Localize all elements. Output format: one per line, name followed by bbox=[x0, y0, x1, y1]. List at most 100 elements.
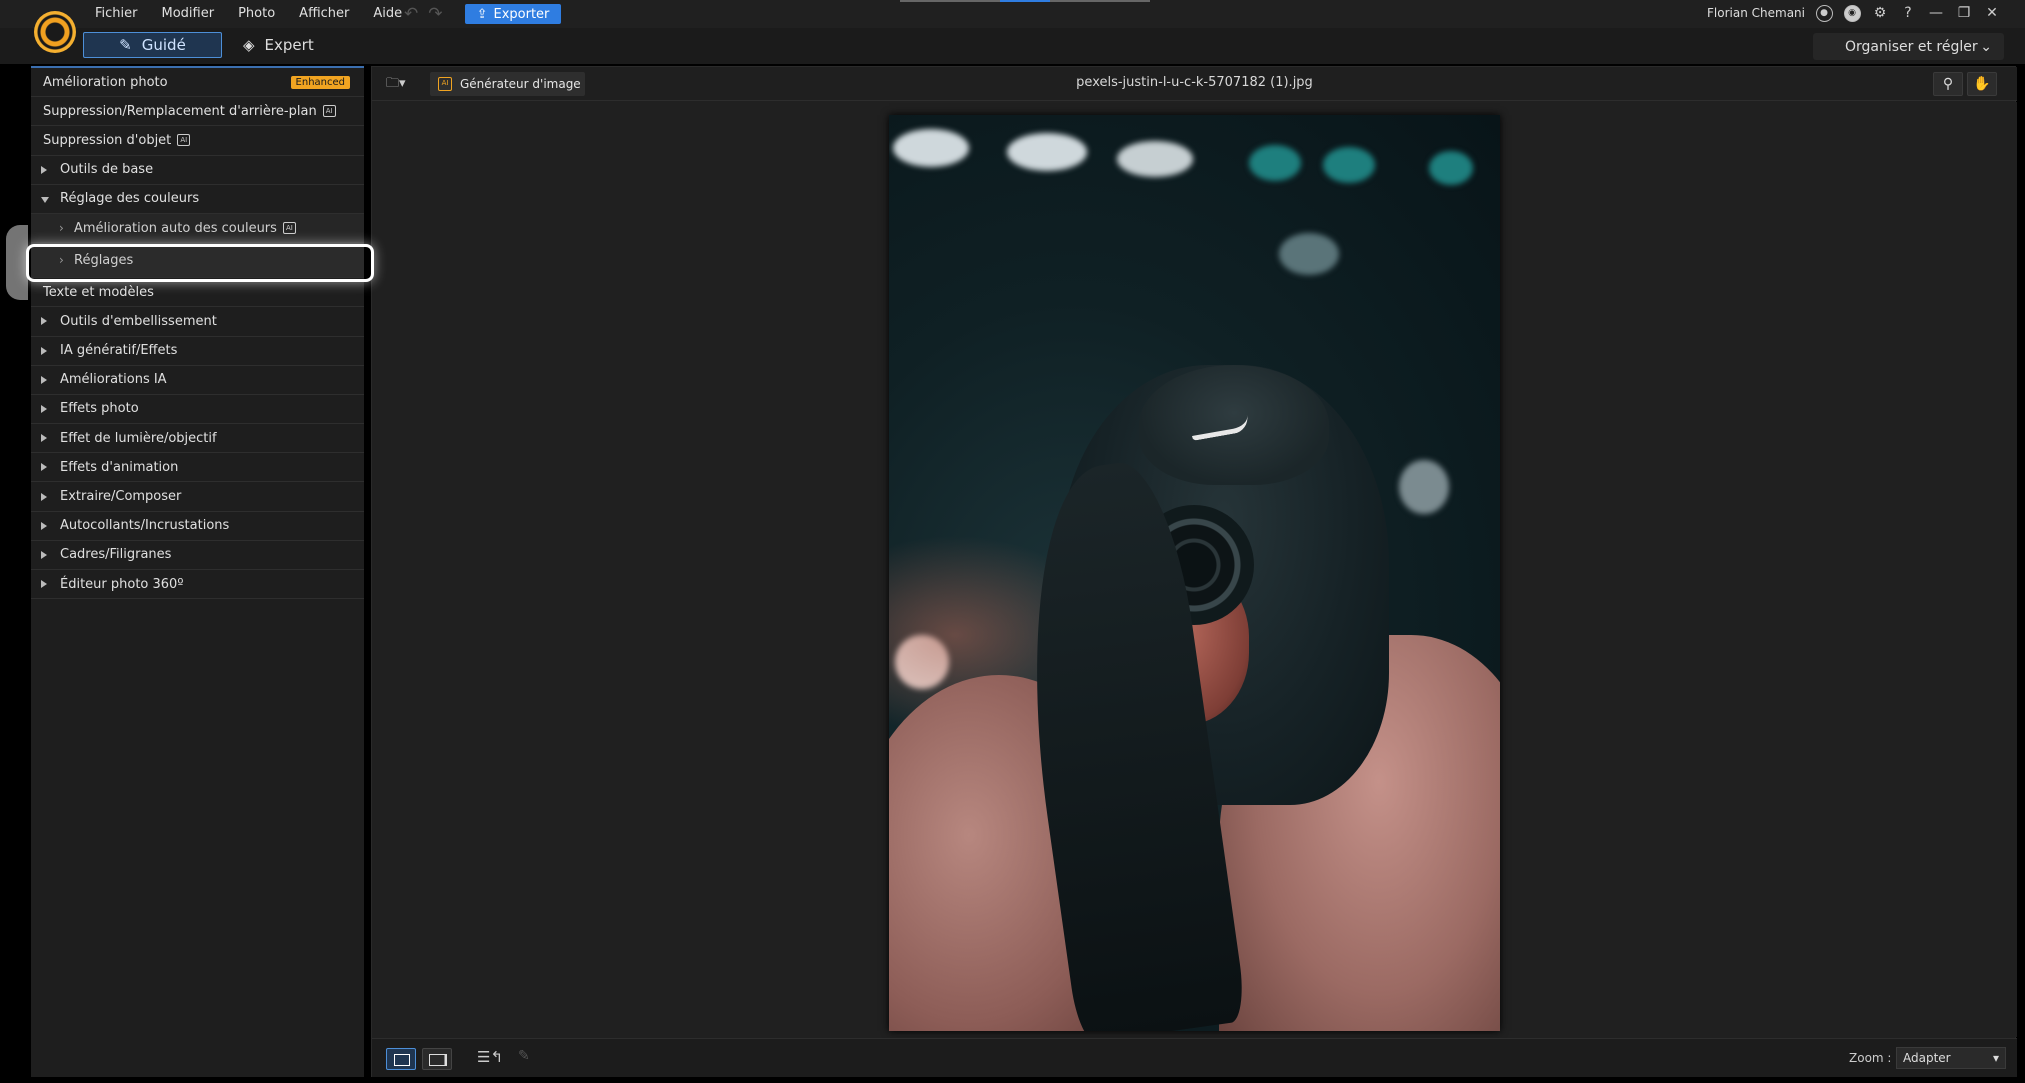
sidebar-item-label: Effets photo bbox=[60, 401, 139, 417]
expand-arrow-icon bbox=[41, 317, 47, 326]
chevron-down-icon: ⌄ bbox=[1980, 38, 1992, 55]
sidebar-item-stickers[interactable]: Autocollants/Incrustations bbox=[31, 512, 364, 541]
user-name[interactable]: Florian Chemani bbox=[1707, 6, 1805, 20]
notification-icon[interactable]: ◉ bbox=[1843, 4, 1861, 22]
sidebar-subitem-auto-color[interactable]: › Amélioration auto des couleurs AI bbox=[31, 213, 364, 244]
compare-view-button[interactable] bbox=[422, 1048, 452, 1070]
sidebar-item-extract-compose[interactable]: Extraire/Composer bbox=[31, 482, 364, 512]
mode-bar: ✎ Guidé ◈ Expert Organiser et régler ⌄ bbox=[0, 28, 2025, 64]
minimize-icon[interactable]: — bbox=[1927, 4, 1945, 22]
sidebar-item-label: Éditeur photo 360º bbox=[60, 576, 184, 592]
chevron-right-icon: › bbox=[59, 253, 64, 268]
sidebar-item-label: Suppression/Remplacement d'arrière-plan bbox=[43, 103, 317, 119]
folder-icon: 🗀▾ bbox=[386, 76, 406, 91]
sidebar-subitem-settings[interactable]: › Réglages bbox=[31, 243, 364, 279]
sidebar-item-label: Effet de lumière/objectif bbox=[60, 430, 217, 446]
magnifier-icon: ⚲ bbox=[1942, 76, 1954, 92]
file-name: pexels-justin-l-u-c-k-5707182 (1).jpg bbox=[1076, 75, 1313, 90]
sidebar-item-label: Réglage des couleurs bbox=[60, 191, 200, 207]
zoom-select[interactable]: Adapter ▾ bbox=[1896, 1047, 2006, 1069]
user-area: Florian Chemani ● ◉ ⚙ ? — ❐ ✕ bbox=[1707, 4, 2001, 22]
sidebar-item-text-templates[interactable]: Texte et modèles bbox=[31, 278, 364, 308]
redo-icon[interactable]: ↷ bbox=[428, 4, 452, 24]
ai-icon: AI bbox=[322, 105, 336, 118]
guided-mode-tab[interactable]: ✎ Guidé bbox=[83, 32, 222, 58]
sidebar-item-animation-effects[interactable]: Effets d'animation bbox=[31, 453, 364, 483]
sidebar-item-genai-effects[interactable]: IA génératif/Effets bbox=[31, 337, 364, 366]
brush-tool-button[interactable]: ✎ bbox=[518, 1048, 546, 1070]
expand-arrow-icon bbox=[41, 165, 47, 174]
layers-icon: ◈ bbox=[243, 36, 255, 54]
export-button[interactable]: ⇪ Exporter bbox=[465, 4, 561, 24]
top-progress-indicator bbox=[900, 0, 1150, 2]
workspace-bottom-bar: ☰↰ ✎ Zoom : Adapter ▾ bbox=[372, 1038, 2017, 1077]
chevron-right-icon: › bbox=[59, 221, 64, 236]
menu-afficher[interactable]: Afficher bbox=[299, 6, 349, 21]
bokeh-light bbox=[1249, 145, 1301, 181]
image-generator-label: Générateur d'image bbox=[460, 77, 581, 91]
app-logo bbox=[34, 11, 76, 53]
export-label: Exporter bbox=[493, 6, 550, 22]
sidebar-item-label: IA génératif/Effets bbox=[60, 343, 178, 359]
single-view-button[interactable] bbox=[386, 1048, 416, 1070]
close-icon[interactable]: ✕ bbox=[1983, 4, 2001, 22]
menu-photo[interactable]: Photo bbox=[238, 6, 275, 21]
undo-redo-group: ↶↷ bbox=[404, 4, 453, 24]
sidebar-item-label: Autocollants/Incrustations bbox=[60, 518, 230, 534]
expand-arrow-icon bbox=[41, 580, 47, 589]
sidebar-item-photo-enhance[interactable]: Amélioration photo Enhanced bbox=[31, 68, 364, 98]
image-canvas[interactable] bbox=[372, 102, 2017, 1037]
top-progress-active bbox=[1000, 0, 1050, 2]
pan-tool-button[interactable]: ✋ bbox=[1967, 72, 1997, 96]
sidebar-item-color-adjust[interactable]: Réglage des couleurs bbox=[31, 185, 364, 214]
sidebar-item-label: Améliorations IA bbox=[60, 372, 167, 388]
sidebar-item-label: Suppression d'objet bbox=[43, 132, 172, 148]
sidebar-item-360-editor[interactable]: Éditeur photo 360º bbox=[31, 570, 364, 600]
expand-arrow-icon bbox=[41, 434, 47, 443]
expert-mode-label: Expert bbox=[264, 36, 314, 54]
organise-dropdown[interactable]: Organiser et régler ⌄ bbox=[1813, 33, 2004, 60]
bokeh-light bbox=[1323, 147, 1375, 183]
bokeh-light bbox=[1117, 141, 1193, 177]
enhanced-badge: Enhanced bbox=[290, 75, 350, 89]
bokeh-light bbox=[1279, 233, 1339, 275]
bokeh-light bbox=[1399, 460, 1449, 514]
expert-mode-tab[interactable]: ◈ Expert bbox=[243, 32, 314, 58]
sidebar-item-background-removal[interactable]: Suppression/Remplacement d'arrière-plan … bbox=[31, 97, 364, 127]
restore-icon[interactable]: ❐ bbox=[1955, 4, 1973, 22]
image-generator-button[interactable]: AI Générateur d'image bbox=[430, 72, 585, 96]
sidebar-item-ai-enhancements[interactable]: Améliorations IA bbox=[31, 366, 364, 395]
menu-modifier[interactable]: Modifier bbox=[162, 6, 215, 21]
expand-arrow-icon bbox=[41, 375, 47, 384]
panel-collapse-handle[interactable] bbox=[6, 225, 28, 300]
menu-aide[interactable]: Aide bbox=[373, 6, 402, 21]
folder-open-button[interactable]: 🗀▾ bbox=[386, 74, 416, 94]
sidebar-item-label: Cadres/Filigranes bbox=[60, 547, 172, 563]
help-icon[interactable]: ? bbox=[1899, 4, 1917, 22]
history-icon: ☰↰ bbox=[477, 1048, 504, 1066]
expand-arrow-icon bbox=[41, 346, 47, 355]
menu-fichier[interactable]: Fichier bbox=[95, 6, 138, 21]
expand-arrow-icon bbox=[41, 492, 47, 501]
sidebar-item-basic-tools[interactable]: Outils de base bbox=[31, 156, 364, 185]
main-menu: Fichier Modifier Photo Afficher Aide bbox=[95, 6, 426, 21]
zoom-value: Adapter bbox=[1903, 1051, 1951, 1065]
undo-icon[interactable]: ↶ bbox=[404, 4, 428, 24]
sidebar-item-beautify[interactable]: Outils d'embellissement bbox=[31, 307, 364, 337]
history-tool-button[interactable]: ☰↰ bbox=[477, 1048, 505, 1070]
zoom-tool-button[interactable]: ⚲ bbox=[1933, 72, 1963, 96]
expand-arrow-icon bbox=[41, 463, 47, 472]
collapse-arrow-icon bbox=[41, 196, 49, 203]
left-edge bbox=[0, 64, 30, 1083]
sidebar-item-light-lens[interactable]: Effet de lumière/objectif bbox=[31, 424, 364, 454]
dropdown-arrow-icon: ▾ bbox=[1992, 1051, 1999, 1065]
account-icon[interactable]: ● bbox=[1815, 4, 1833, 22]
gear-icon[interactable]: ⚙ bbox=[1871, 4, 1889, 22]
bokeh-light bbox=[893, 129, 969, 167]
sidebar-item-photo-effects[interactable]: Effets photo bbox=[31, 395, 364, 425]
sidebar-item-label: Amélioration auto des couleurs bbox=[74, 220, 277, 236]
sidebar-item-frames-watermarks[interactable]: Cadres/Filigranes bbox=[31, 541, 364, 570]
expand-arrow-icon bbox=[41, 404, 47, 413]
sidebar-item-object-removal[interactable]: Suppression d'objet AI bbox=[31, 126, 364, 156]
organise-label: Organiser et régler bbox=[1845, 38, 1978, 55]
